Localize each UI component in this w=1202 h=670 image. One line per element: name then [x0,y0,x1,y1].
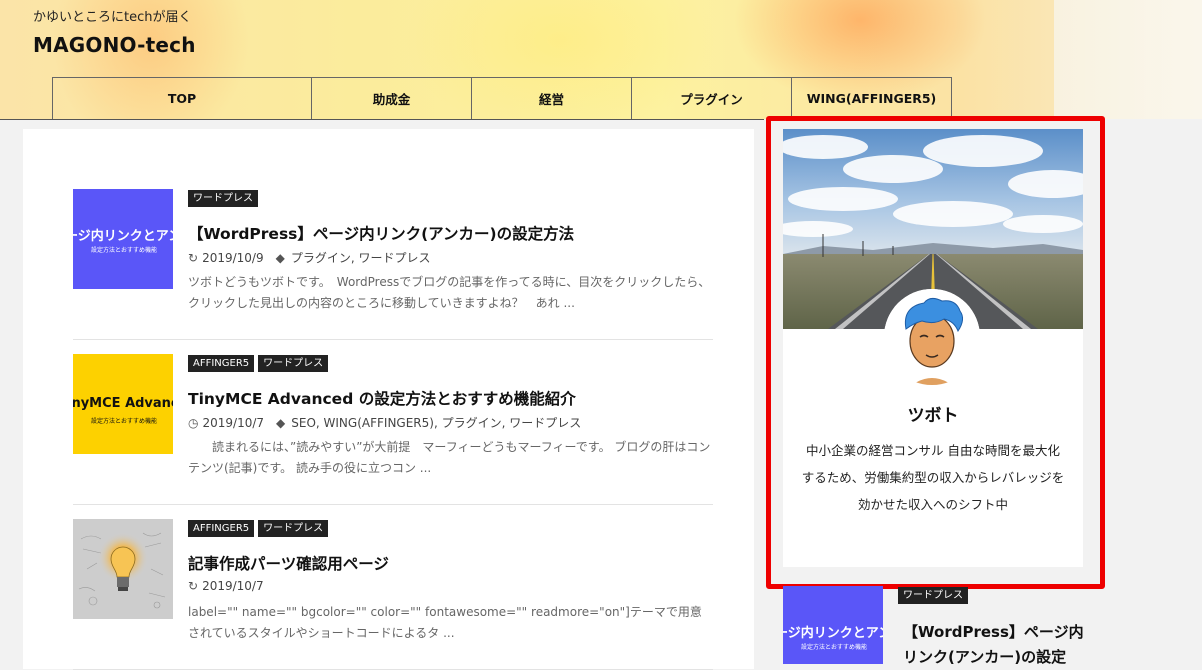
category-badge[interactable]: AFFINGER5 [188,355,255,372]
nav-item-plugin[interactable]: プラグイン [632,78,792,119]
post-meta: ◷ 2019/10/7 ◆ SEO, WING(AFFINGER5), プラグイ… [188,414,581,431]
site-tagline: かゆいところにtechが届く [33,10,192,25]
post-item[interactable]: ージ内リンクとアン 設定方法とおすすめ機能 ワードプレス 【WordPress】… [73,189,713,340]
post-thumbnail[interactable]: inyMCE Advanced 設定方法とおすすめ機能 [73,354,173,454]
nav-label: WING(AFFINGER5) [806,91,937,106]
thumbnail-subcaption: 設定方法とおすすめ機能 [801,644,868,651]
post-date: 2019/10/7 [202,579,264,593]
tag-icon: ◆ [276,415,286,430]
avatar-illustration [884,289,980,385]
nav-item-subsidy[interactable]: 助成金 [312,78,472,119]
header-background-fade [1054,0,1202,119]
post-tags[interactable]: SEO, WING(AFFINGER5), プラグイン, ワードプレス [291,414,581,431]
post-categories: AFFINGER5 ワードプレス [188,520,329,537]
category-badge[interactable]: ワードプレス [258,355,329,372]
refresh-icon: ↻ [188,579,199,593]
refresh-icon: ↻ [188,250,199,265]
category-badge[interactable]: ワードプレス [898,587,968,604]
thumbnail-subcaption: 設定方法とおすすめ機能 [91,247,158,254]
post-title[interactable]: 記事作成パーツ確認用ページ [188,552,389,574]
post-thumbnail[interactable]: ージ内リンクとアン 設定方法とおすすめ機能 [783,586,883,664]
post-item[interactable]: inyMCE Advanced 設定方法とおすすめ機能 AFFINGER5 ワー… [73,354,713,505]
nav-label: TOP [167,91,197,106]
post-date: 2019/10/7 [202,415,265,430]
post-excerpt: 読まれるには、”読みやすい”が大前提 マーフィーどうもマーフィーです。 ブログの… [188,440,711,475]
site-title[interactable]: MAGONO-tech [33,33,196,57]
nav-item-top[interactable]: TOP [53,78,312,119]
post-excerpt: label="" name="" bgcolor="" color="" fon… [188,605,702,640]
global-nav: TOP 助成金 経営 プラグイン WING(AFFINGER5) [52,77,952,119]
post-title[interactable]: TinyMCE Advanced の設定方法とおすすめ機能紹介 [188,387,576,409]
post-meta: ↻ 2019/10/9 ◆ プラグイン, ワードプレス [188,249,430,266]
lightbulb-image [73,519,173,619]
post-item[interactable]: AFFINGER5 ワードプレス 記事作成パーツ確認用ページ ↻ 2019/10… [73,519,713,670]
category-badge[interactable]: AFFINGER5 [188,520,255,537]
post-title[interactable]: 【WordPress】ページ内リンク(アンカー)の設定 [903,620,1088,670]
post-categories: AFFINGER5 ワードプレス [188,355,329,372]
thumbnail-subcaption: 設定方法とおすすめ機能 [91,418,158,425]
clock-icon: ◷ [188,415,199,430]
post-tags[interactable]: プラグイン, ワードプレス [291,249,431,266]
nav-item-wing[interactable]: WING(AFFINGER5) [792,78,952,119]
sidebar-post-item[interactable]: ージ内リンクとアン 設定方法とおすすめ機能 ワードプレス 【WordPress】… [783,586,1202,666]
nav-item-management[interactable]: 経営 [472,78,632,119]
thumbnail-caption: inyMCE Advanced [73,396,173,411]
post-date: 2019/10/9 [202,250,264,265]
post-excerpt: ツボトどうもツボトです。 WordPressでブログの記事を作ってる時に、目次を… [188,275,711,310]
post-meta: ↻ 2019/10/7 [188,579,264,593]
nav-label: プラグイン [680,92,743,107]
category-badge[interactable]: ワードプレス [188,190,258,207]
profile-bio: 中小企業の経営コンサル 自由な時間を最大化するため、労働集約型の収入からレバレッ… [801,443,1065,512]
nav-label: 助成金 [372,92,411,107]
post-categories: ワードプレス [188,190,258,207]
profile-card: ツボト 中小企業の経営コンサル 自由な時間を最大化するため、労働集約型の収入から… [783,129,1083,567]
tag-icon: ◆ [275,250,285,265]
post-thumbnail[interactable]: ージ内リンクとアン 設定方法とおすすめ機能 [73,189,173,289]
nav-label: 経営 [538,92,564,107]
post-thumbnail[interactable] [73,519,173,619]
post-title[interactable]: 【WordPress】ページ内リンク(アンカー)の設定方法 [188,222,574,244]
profile-avatar[interactable] [884,289,980,385]
profile-name: ツボト [907,406,959,426]
category-badge[interactable]: ワードプレス [258,520,329,537]
thumbnail-caption: ージ内リンクとアン [783,626,883,641]
thumbnail-caption: ージ内リンクとアン [73,229,173,244]
post-list: ージ内リンクとアン 設定方法とおすすめ機能 ワードプレス 【WordPress】… [23,129,754,670]
profile-highlight-frame: ツボト 中小企業の経営コンサル 自由な時間を最大化するため、労働集約型の収入から… [766,116,1105,589]
site-header: かゆいところにtechが届く MAGONO-tech TOP 助成金 経営 プラ… [0,0,1202,120]
